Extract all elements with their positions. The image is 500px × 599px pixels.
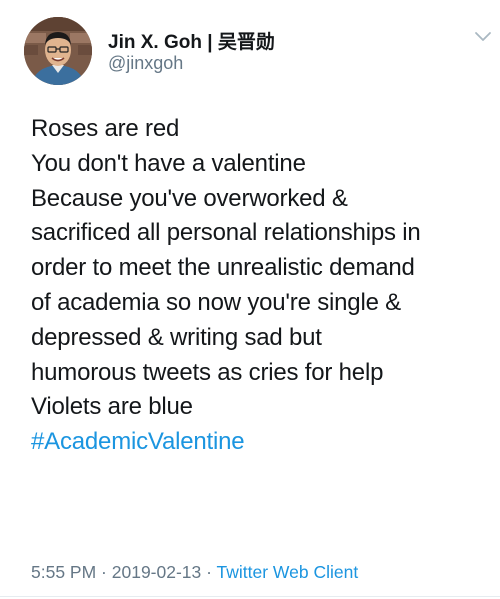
tweet-date[interactable]: 2019-02-13: [112, 562, 202, 582]
author-display-name[interactable]: Jin X. Goh | 吴晋勋: [108, 27, 275, 54]
hashtag-link[interactable]: #AcademicValentine: [31, 425, 491, 460]
tweet-text: Roses are red You don't have a valentine…: [31, 112, 491, 460]
tweet-time[interactable]: 5:55 PM: [31, 562, 96, 582]
tweet-line: depressed & writing sad but: [31, 323, 322, 351]
tweet-line: You don't have a valentine: [31, 149, 306, 177]
divider: [0, 596, 500, 597]
tweet-line: Because you've overworked &: [31, 184, 348, 212]
tweet-client-link[interactable]: Twitter Web Client: [217, 562, 359, 582]
meta-separator: ·: [201, 562, 217, 582]
avatar[interactable]: [24, 17, 92, 85]
tweet-metadata: 5:55 PM · 2019-02-13 · Twitter Web Clien…: [31, 562, 358, 583]
tweet-line: order to meet the unrealistic demand: [31, 254, 415, 282]
author-handle[interactable]: @jinxgoh: [108, 53, 183, 74]
tweet-line: sacrificed all personal relationships in: [31, 219, 421, 247]
meta-separator: ·: [96, 562, 112, 582]
tweet-line: Roses are red: [31, 115, 180, 142]
tweet-line: of academia so now you're single &: [31, 288, 401, 316]
chevron-down-icon[interactable]: [474, 30, 492, 44]
tweet-card: Jin X. Goh | 吴晋勋 @jinxgoh Roses are red …: [0, 0, 500, 599]
tweet-line: humorous tweets as cries for help: [31, 358, 384, 386]
profile-photo-icon: [24, 17, 92, 85]
tweet-line: Violets are blue: [31, 393, 193, 421]
